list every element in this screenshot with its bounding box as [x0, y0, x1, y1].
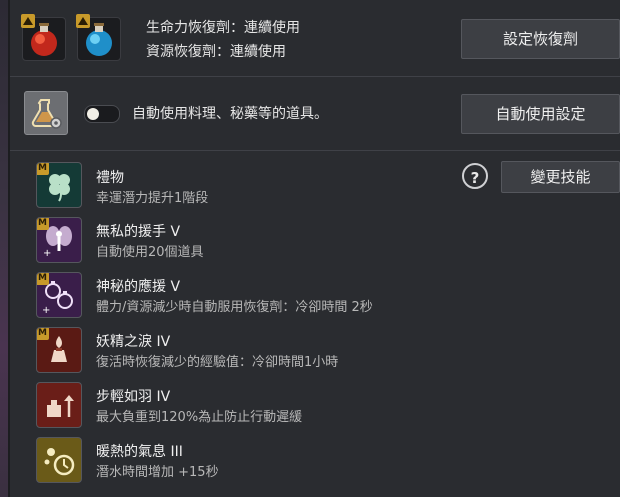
- hp-recovery-status: 生命力恢復劑：連續使用: [146, 20, 300, 36]
- skill-name: 妖精之淚 IV: [96, 334, 171, 350]
- skill-name: 神秘的應援 V: [96, 279, 181, 295]
- hp-potion-slot[interactable]: [21, 14, 66, 61]
- flask-gear-icon: [31, 99, 62, 129]
- m-badge: M: [37, 273, 49, 285]
- auto-use-label: 自動使用料理、秘藥等的道具。: [132, 106, 328, 122]
- mp-recovery-status: 資源恢復劑：連續使用: [146, 44, 286, 60]
- weight-up-icon: [47, 395, 74, 417]
- skill-description: 體力/資源減少時自動服用恢復劑：冷卻時間 2秒: [96, 300, 373, 315]
- skill-description: 幸運潛力提升1階段: [96, 191, 209, 206]
- potion-badge-icon: [76, 14, 90, 28]
- svg-text:+: +: [42, 305, 50, 316]
- skill-name: 無私的援手 V: [96, 224, 181, 240]
- skill-name: 禮物: [96, 170, 124, 186]
- skill-name: 步輕如羽 IV: [96, 389, 171, 405]
- toggle-knob: [87, 108, 99, 120]
- skill-slot-fairy-tear[interactable]: M: [36, 327, 82, 373]
- skill-slot-gift[interactable]: M: [36, 162, 82, 208]
- potion-badge-icon: [21, 14, 35, 28]
- svg-text:+: +: [43, 248, 51, 259]
- auto-use-item-slot[interactable]: [24, 91, 68, 135]
- left-edge-decoration: [0, 0, 10, 497]
- skill-slot-selfless-helper[interactable]: M +: [36, 217, 82, 263]
- skill-description: 自動使用20個道具: [96, 245, 204, 260]
- skill-slot-light-step[interactable]: [36, 382, 82, 428]
- m-badge: M: [37, 328, 49, 340]
- set-recovery-button[interactable]: 設定恢復劑: [461, 19, 620, 59]
- breath-timer-icon: [44, 448, 75, 476]
- divider: [10, 76, 620, 77]
- divider: [10, 150, 620, 151]
- change-skill-button[interactable]: 變更技能: [501, 161, 620, 193]
- help-icon[interactable]: ?: [462, 163, 488, 189]
- auto-use-toggle[interactable]: [84, 105, 120, 123]
- mp-potion-slot[interactable]: [76, 14, 121, 61]
- m-badge: M: [37, 218, 49, 230]
- skill-slot-warm-breath[interactable]: [36, 437, 82, 483]
- auto-use-settings-button[interactable]: 自動使用設定: [461, 94, 620, 134]
- m-badge: M: [37, 163, 49, 175]
- skill-name: 暖熱的氣息 III: [96, 444, 183, 460]
- skill-description: 潛水時間增加 +15秒: [96, 465, 219, 480]
- skill-description: 復活時恢復減少的經驗值：冷卻時間1小時: [96, 355, 339, 370]
- skill-description: 最大負重到120%為止防止行動遲緩: [96, 410, 303, 425]
- skill-slot-mysterious-support[interactable]: M +: [36, 272, 82, 318]
